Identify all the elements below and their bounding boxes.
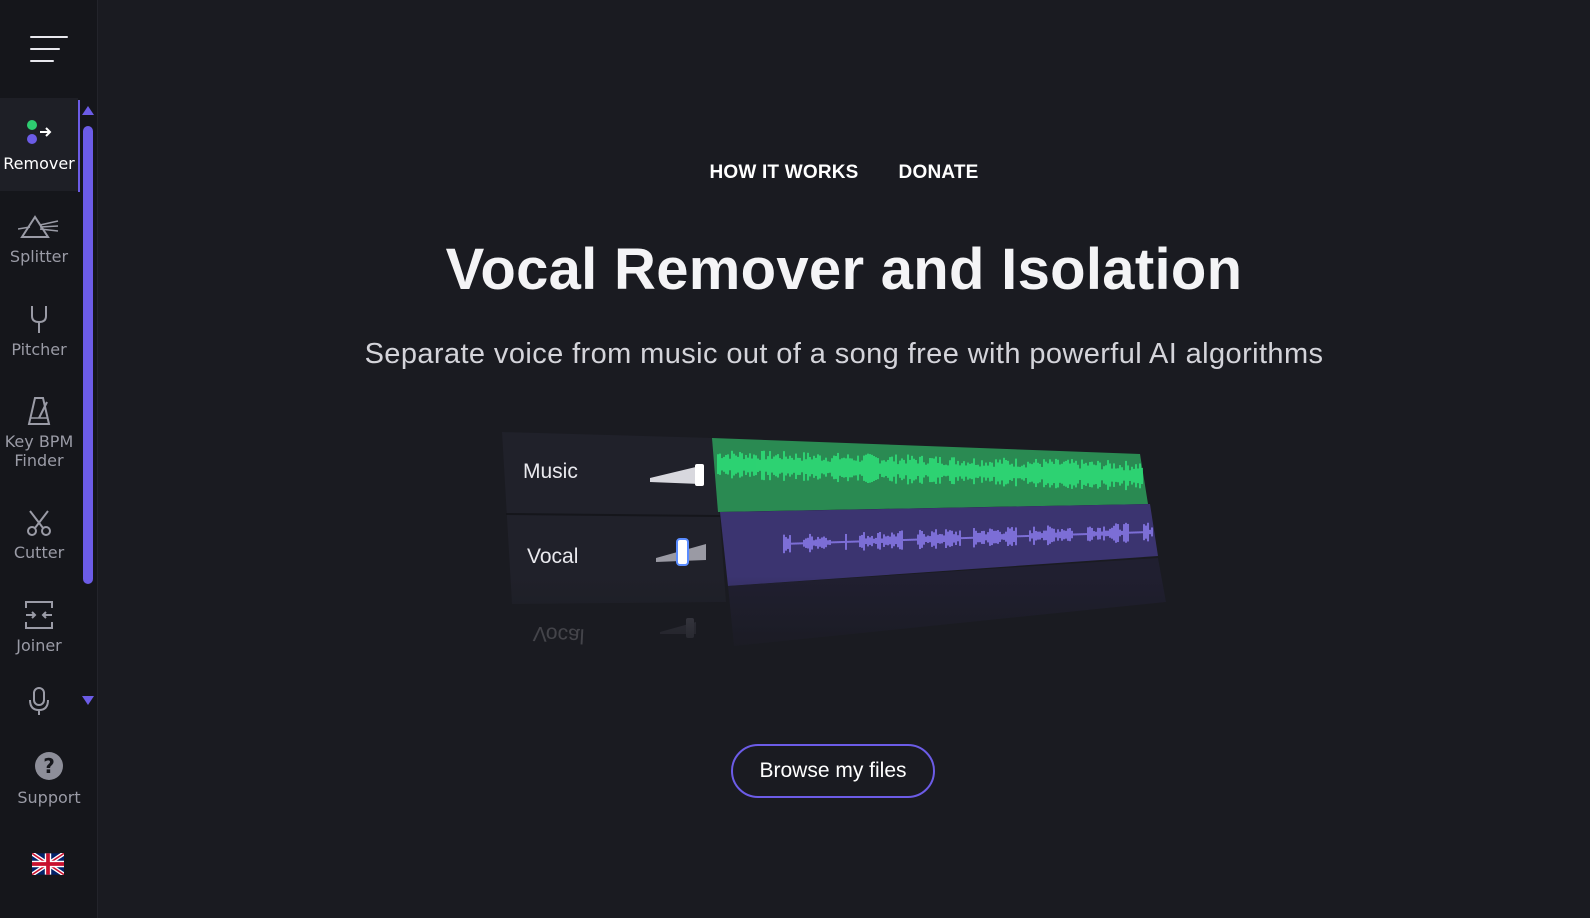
scrollbar-thumb[interactable] (83, 126, 93, 584)
sidebar-item-label: Cutter (13, 543, 65, 562)
scroll-down-arrow-icon[interactable] (82, 696, 94, 705)
joiner-icon (24, 598, 54, 630)
mixer-illustration: Music Vocal Vocal (500, 426, 1172, 666)
page-subtitle: Separate voice from music out of a song … (364, 338, 1324, 370)
question-mark-icon: ? (35, 752, 63, 780)
sidebar-item-key-bpm-finder[interactable]: Key BPM Finder (0, 377, 78, 487)
active-indicator (78, 100, 80, 192)
track-label-music: Music (523, 460, 578, 483)
sidebar-nav: Remover Splitter Pitcher Key BPM Finder … (0, 98, 78, 728)
hamburger-menu-icon[interactable] (30, 34, 70, 66)
prism-icon (18, 209, 60, 241)
sidebar-item-joiner[interactable]: Joiner (0, 580, 78, 673)
sidebar-item-label: Remover (3, 154, 75, 173)
sidebar-scrollbar[interactable] (78, 98, 98, 716)
page-title: Vocal Remover and Isolation (445, 237, 1243, 302)
sidebar-item-label: Pitcher (11, 340, 67, 359)
microphone-icon (28, 684, 50, 716)
metronome-icon (27, 394, 51, 426)
track-label-reflection: Vocal (532, 621, 585, 648)
track-label-vocal: Vocal (527, 545, 579, 568)
donate-link[interactable]: DONATE (899, 162, 979, 184)
top-nav: HOW IT WORKS DONATE (98, 162, 1590, 184)
sidebar-item-pitcher[interactable]: Pitcher (0, 284, 78, 377)
sidebar-item-label: Joiner (16, 636, 62, 655)
sidebar-item-splitter[interactable]: Splitter (0, 191, 78, 284)
support-link[interactable]: ? Support (0, 752, 98, 822)
sidebar-item-recorder[interactable] (0, 673, 78, 728)
app-root: Remover Splitter Pitcher Key BPM Finder … (0, 0, 1590, 918)
browse-files-button[interactable]: Browse my files (731, 744, 935, 798)
sidebar-item-label: Splitter (9, 247, 69, 266)
how-it-works-link[interactable]: HOW IT WORKS (709, 162, 858, 184)
sidebar-item-label: Key BPM Finder (4, 432, 74, 470)
sidebar-item-cutter[interactable]: Cutter (0, 487, 78, 580)
remover-icon (24, 116, 54, 148)
scroll-up-arrow-icon[interactable] (82, 106, 94, 115)
tuning-fork-icon (29, 302, 49, 334)
uk-flag-icon[interactable] (30, 851, 66, 877)
sidebar-item-remover[interactable]: Remover (0, 98, 78, 191)
support-label: Support (17, 788, 81, 807)
sidebar: Remover Splitter Pitcher Key BPM Finder … (0, 0, 98, 918)
scissors-icon (26, 505, 52, 537)
